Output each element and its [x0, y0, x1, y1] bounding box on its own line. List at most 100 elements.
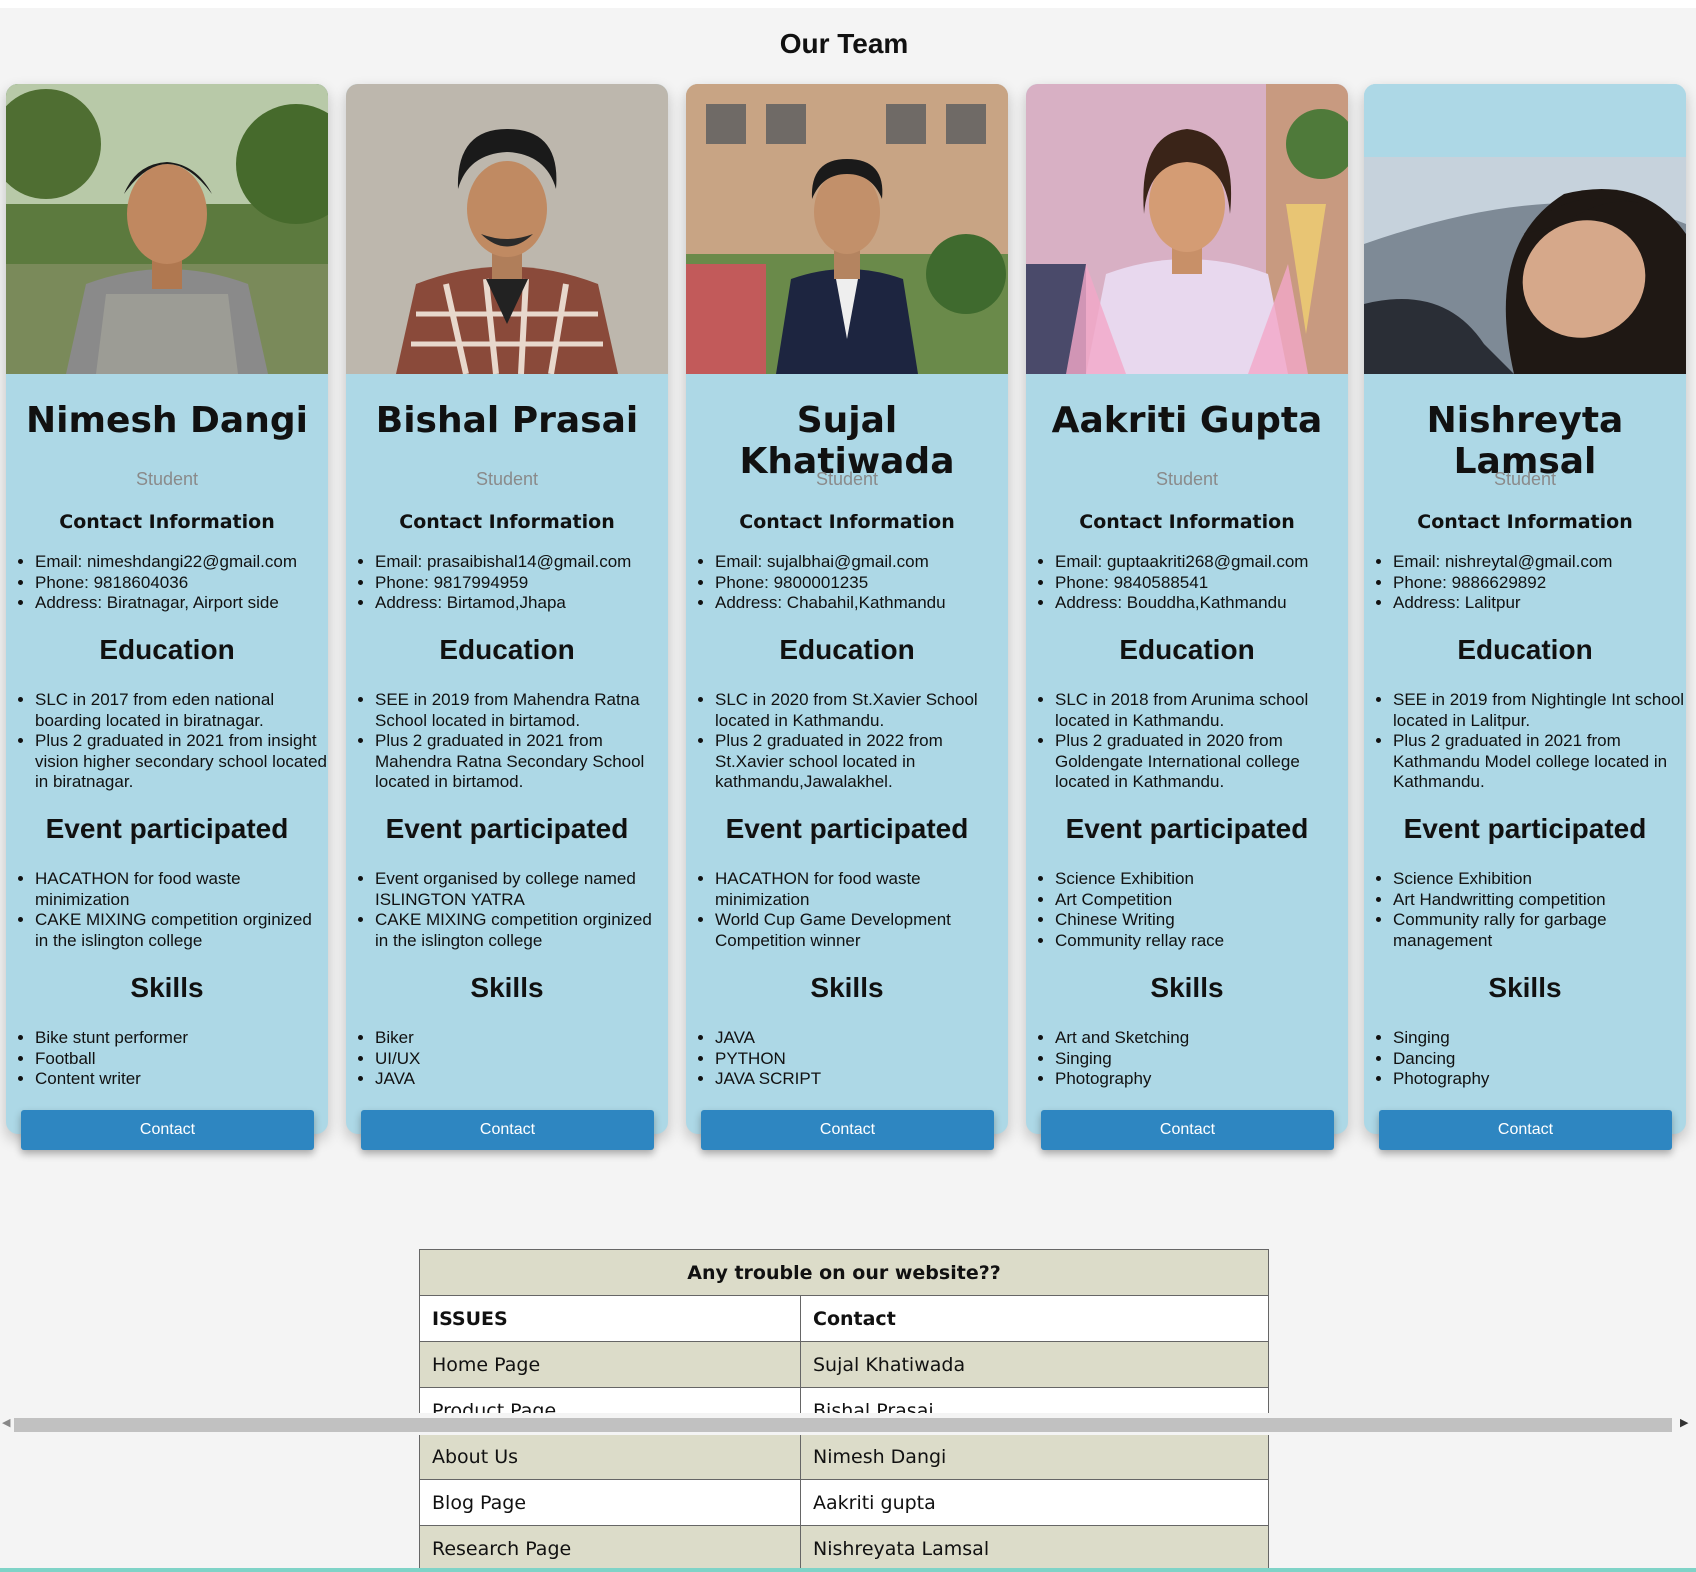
contact-address: Address: Lalitpur	[1393, 593, 1686, 614]
table-caption: Any trouble on our website??	[419, 1249, 1269, 1296]
contact-address: Address: Birtamod,Jhapa	[375, 593, 668, 614]
column-header-contact: Contact	[800, 1295, 1269, 1342]
member-photo-image	[1364, 84, 1686, 374]
contact-button[interactable]: Contact	[21, 1110, 314, 1150]
education-item: SLC in 2020 from St.Xavier School locate…	[715, 690, 1008, 731]
contact-list: Email: nishreytal@gmail.com Phone: 98866…	[1393, 552, 1686, 614]
member-photo-image	[346, 84, 668, 374]
skill-item: Photography	[1393, 1069, 1686, 1090]
skill-item: Singing	[1393, 1028, 1686, 1049]
skills-list: Art and Sketching Singing Photography	[1055, 1028, 1348, 1090]
event-item: World Cup Game Development Competition w…	[715, 910, 1008, 951]
contact-button[interactable]: Contact	[701, 1110, 994, 1150]
education-item: SEE in 2019 from Nightingle Int school l…	[1393, 690, 1686, 731]
contact-button[interactable]: Contact	[361, 1110, 654, 1150]
skill-item: Dancing	[1393, 1049, 1686, 1070]
skills-heading: Skills	[810, 972, 884, 1003]
team-card: Nimesh Dangi Student Contact Information…	[6, 84, 328, 1150]
event-item: Art Handwritting competition	[1393, 890, 1686, 911]
member-role: Student	[1155, 469, 1219, 489]
contact-heading: Contact Information	[399, 511, 615, 533]
team-cards: Nimesh Dangi Student Contact Information…	[6, 84, 1686, 1150]
skills-list: Singing Dancing Photography	[1393, 1028, 1686, 1090]
contact-list: Email: sujalbhai@gmail.com Phone: 980000…	[715, 552, 1008, 614]
horizontal-scrollbar[interactable]: ◀ ▶	[0, 1413, 1696, 1435]
triangle-right-icon[interactable]: ▶	[1680, 1416, 1688, 1429]
contact-address: Address: Biratnagar, Airport side	[35, 593, 328, 614]
skill-item: JAVA SCRIPT	[715, 1069, 1008, 1090]
education-item: Plus 2 graduated in 2022 from St.Xavier …	[715, 731, 1008, 793]
skill-item: Bike stunt performer	[35, 1028, 328, 1049]
skill-item: UI/UX	[375, 1049, 668, 1070]
member-name: Bishal Prasai	[375, 400, 639, 441]
table-row: Blog Page Aakriti gupta	[419, 1479, 1269, 1526]
events-heading: Event participated	[725, 813, 969, 844]
education-item: Plus 2 graduated in 2021 from Kathmandu …	[1393, 731, 1686, 793]
member-photo	[6, 84, 328, 374]
contact-email: Email: prasaibishal14@gmail.com	[375, 552, 668, 573]
triangle-left-icon[interactable]: ◀	[2, 1416, 10, 1429]
contact-button[interactable]: Contact	[1041, 1110, 1334, 1150]
team-card: Nishreyta Lamsal Student Contact Informa…	[1364, 84, 1686, 1150]
events-list: HACATHON for food waste minimization CAK…	[35, 869, 328, 951]
contact-cell: Nishreyata Lamsal	[800, 1525, 1269, 1572]
skills-heading: Skills	[1150, 972, 1224, 1003]
contact-phone: Phone: 9800001235	[715, 573, 1008, 594]
education-item: SEE in 2019 from Mahendra Ratna School l…	[375, 690, 668, 731]
table-row: About Us Nimesh Dangi	[419, 1433, 1269, 1480]
contact-email: Email: guptaakriti268@gmail.com	[1055, 552, 1348, 573]
member-photo	[686, 84, 1008, 374]
skill-item: Football	[35, 1049, 328, 1070]
education-heading: Education	[779, 634, 915, 665]
table-caption-row: Any trouble on our website??	[419, 1249, 1269, 1296]
contact-list: Email: nimeshdangi22@gmail.com Phone: 98…	[35, 552, 328, 614]
event-item: Community rally for garbage management	[1393, 910, 1686, 951]
event-item: HACATHON for food waste minimization	[715, 869, 1008, 910]
education-list: SEE in 2019 from Nightingle Int school l…	[1393, 690, 1686, 793]
skills-heading: Skills	[470, 972, 544, 1003]
scrollbar-thumb[interactable]	[14, 1418, 1672, 1432]
table-header-row: ISSUES Contact	[419, 1295, 1269, 1342]
event-item: CAKE MIXING competition orginized in the…	[375, 910, 668, 951]
education-list: SLC in 2017 from eden national boarding …	[35, 690, 328, 793]
education-heading: Education	[99, 634, 235, 665]
contact-heading: Contact Information	[1079, 511, 1295, 533]
member-photo	[1364, 84, 1686, 374]
table-row: Research Page Nishreyata Lamsal	[419, 1525, 1269, 1572]
skill-item: Singing	[1055, 1049, 1348, 1070]
event-item: Science Exhibition	[1055, 869, 1348, 890]
contact-email: Email: nimeshdangi22@gmail.com	[35, 552, 328, 573]
skill-item: Photography	[1055, 1069, 1348, 1090]
member-photo	[1026, 84, 1348, 374]
member-photo	[346, 84, 668, 374]
events-heading: Event participated	[1403, 813, 1647, 844]
member-role: Student	[1493, 469, 1557, 489]
event-item: Community rellay race	[1055, 931, 1348, 952]
education-list: SLC in 2020 from St.Xavier School locate…	[715, 690, 1008, 793]
column-header-issues: ISSUES	[419, 1295, 801, 1342]
events-list: Science Exhibition Art Competition Chine…	[1055, 869, 1348, 951]
contact-heading: Contact Information	[59, 511, 275, 533]
education-list: SLC in 2018 from Arunima school located …	[1055, 690, 1348, 793]
contact-heading: Contact Information	[739, 511, 955, 533]
contact-email: Email: sujalbhai@gmail.com	[715, 552, 1008, 573]
contact-cell: Aakriti gupta	[800, 1479, 1269, 1526]
page-title: Our Team	[779, 28, 909, 59]
contact-button[interactable]: Contact	[1379, 1110, 1672, 1150]
member-role: Student	[475, 469, 539, 489]
issues-table: Any trouble on our website?? ISSUES Cont…	[419, 1249, 1269, 1572]
contact-address: Address: Bouddha,Kathmandu	[1055, 593, 1348, 614]
event-item: HACATHON for food waste minimization	[35, 869, 328, 910]
events-list: Event organised by college named ISLINGT…	[375, 869, 668, 951]
education-heading: Education	[1457, 634, 1593, 665]
member-photo-image	[6, 84, 328, 374]
events-heading: Event participated	[385, 813, 629, 844]
top-bar	[0, 0, 1696, 8]
event-item: Science Exhibition	[1393, 869, 1686, 890]
member-photo-image	[686, 84, 1008, 374]
events-list: HACATHON for food waste minimization Wor…	[715, 869, 1008, 951]
education-item: Plus 2 graduated in 2021 from insight vi…	[35, 731, 328, 793]
contact-cell: Sujal Khatiwada	[800, 1341, 1269, 1388]
skill-item: Art and Sketching	[1055, 1028, 1348, 1049]
events-list: Science Exhibition Art Handwritting comp…	[1393, 869, 1686, 951]
